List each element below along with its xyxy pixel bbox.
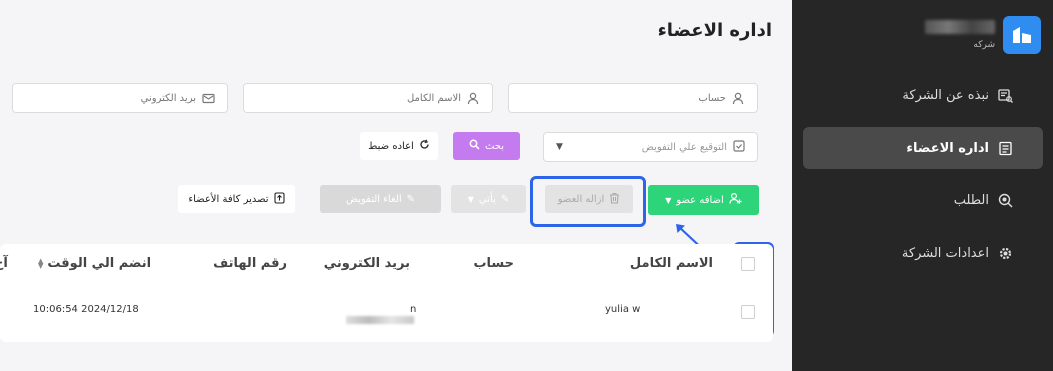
add-user-icon	[729, 192, 742, 208]
cancel-authorization-label: الغاء التفويض	[345, 193, 402, 205]
header-fullname: الاسم الكامل	[629, 256, 713, 271]
leave-button[interactable]: ▼ يأتي ✎	[451, 185, 526, 213]
search-icon	[469, 139, 480, 153]
sidebar-item-settings[interactable]: اعدادات الشركة	[803, 232, 1043, 274]
main-content: اداره الاعضاء التوقيع علي التفويض	[0, 0, 792, 371]
header-phone: رقم الهاتف	[213, 256, 287, 271]
sidebar-item-label: اعدادات الشركة	[901, 245, 989, 261]
members-icon	[997, 140, 1013, 156]
email-field[interactable]	[12, 83, 228, 113]
sidebar-item-company-info[interactable]: نبذه عن الشركة	[803, 74, 1043, 116]
account-input[interactable]	[509, 92, 726, 104]
company-info-icon	[997, 87, 1013, 103]
fullname-input[interactable]	[244, 92, 461, 104]
export-members-button[interactable]: تصدير كافة الأعضاء	[178, 185, 295, 213]
reset-button[interactable]: اعاده ضبط	[360, 132, 438, 160]
upload-icon	[274, 191, 285, 207]
company-logo	[1003, 16, 1041, 54]
search-button[interactable]: بحث	[453, 132, 520, 160]
company-brand: شركه	[925, 16, 1041, 54]
pen-icon: ✎	[406, 193, 416, 205]
select-all-checkbox[interactable]	[741, 257, 755, 271]
export-label: تصدير كافة الأعضاء	[188, 193, 269, 205]
search-button-label: بحث	[484, 140, 505, 152]
leave-label: يأتي	[478, 193, 496, 205]
sidebar-item-label: نبذه عن الشركة	[902, 87, 989, 103]
refresh-icon	[419, 139, 430, 153]
company-text: شركه	[925, 20, 995, 50]
authorization-select[interactable]: التوقيع علي التفويض ▼	[543, 132, 758, 162]
gear-icon	[997, 245, 1013, 261]
sort-icon[interactable]: ▲ ▼	[38, 257, 43, 269]
app-window: اداره الاعضاء التوقيع علي التفويض	[0, 0, 1053, 371]
sidebar-item-order[interactable]: الطلب	[803, 179, 1043, 221]
add-member-label: اضافه عضو	[676, 194, 724, 206]
user-icon	[732, 92, 745, 105]
mail-icon	[202, 92, 215, 105]
account-field[interactable]	[508, 83, 758, 113]
cancel-authorization-button[interactable]: الغاء التفويض ✎	[320, 185, 441, 213]
email-input[interactable]	[13, 92, 196, 104]
order-icon	[997, 192, 1013, 208]
members-table: الاسم الكامل حساب بريد الكتروني رقم الها…	[0, 244, 773, 342]
redacted-email	[346, 316, 414, 324]
cell-joined: 10:06:54 2024/12/18	[33, 304, 139, 315]
sidebar: شركه نبذه عن الشركة اداره الاعضاء الطلب	[792, 0, 1053, 371]
caret-down-icon: ▼	[467, 194, 474, 204]
user-icon	[467, 92, 480, 105]
caret-down-icon: ▼	[556, 142, 563, 152]
header-extra: آخ	[0, 256, 8, 271]
header-joined-label: انضم الي الوقت	[47, 256, 152, 271]
company-label: شركه	[973, 40, 995, 50]
header-email: بريد الكتروني	[323, 256, 410, 271]
cell-fullname: yulia w	[605, 304, 641, 315]
header-account: حساب	[473, 256, 514, 271]
authorization-select-label: التوقيع علي التفويض	[641, 141, 727, 153]
sidebar-item-label: الطلب	[953, 192, 989, 208]
pen-icon: ✎	[500, 193, 510, 205]
row-checkbox[interactable]	[741, 305, 755, 319]
fullname-field[interactable]	[243, 83, 493, 113]
highlight-remove-button	[530, 176, 646, 227]
add-member-button[interactable]: ▼ اضافه عضو	[648, 185, 759, 215]
sidebar-item-label: اداره الاعضاء	[906, 140, 989, 156]
page-title: اداره الاعضاء	[657, 20, 772, 41]
sidebar-item-members[interactable]: اداره الاعضاء	[803, 127, 1043, 169]
cell-email: n	[410, 304, 417, 315]
reset-button-label: اعاده ضبط	[368, 140, 414, 152]
header-joined[interactable]: ▲ ▼ انضم الي الوقت	[38, 256, 151, 271]
checkbox-icon	[733, 139, 745, 155]
caret-down-icon: ▼	[665, 195, 672, 205]
company-name-redacted	[925, 20, 995, 34]
